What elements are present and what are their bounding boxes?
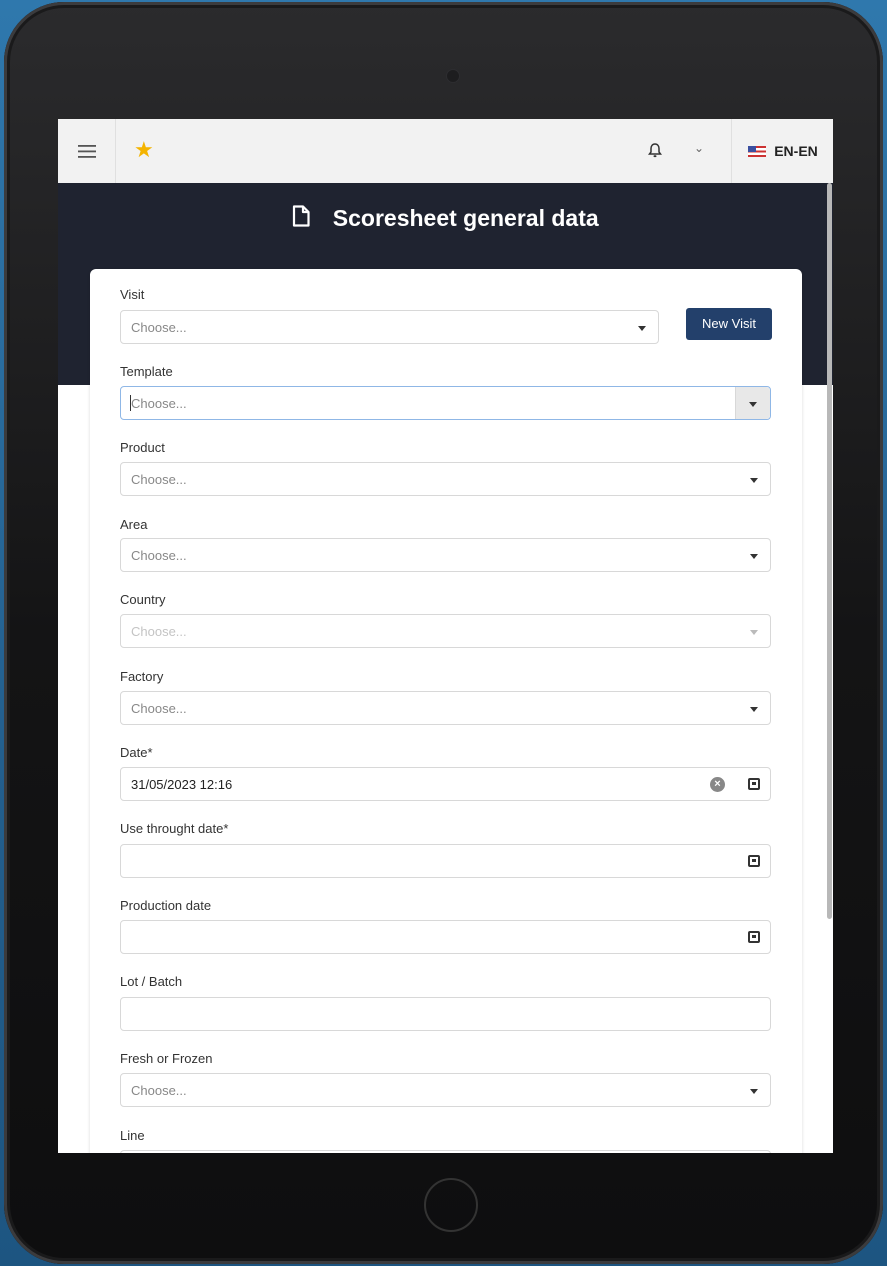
calendar-icon[interactable] [748, 778, 760, 790]
template-select[interactable]: Choose... [120, 386, 771, 420]
language-label: EN-EN [774, 143, 818, 159]
production-date-input[interactable] [120, 920, 771, 954]
caret-down-icon [750, 1089, 758, 1094]
calendar-icon[interactable] [748, 931, 760, 943]
use-through-date-label: Use throught date* [120, 821, 229, 836]
use-through-date-input[interactable] [120, 844, 771, 878]
lot-batch-label: Lot / Batch [120, 974, 183, 989]
star-icon[interactable]: ★ [134, 138, 154, 162]
top-bar: ★ ⌄ EN-EN [58, 119, 833, 184]
line-select[interactable] [120, 1150, 771, 1153]
caret-down-icon [750, 478, 758, 483]
factory-select[interactable]: Choose... [120, 691, 771, 725]
area-select[interactable]: Choose... [120, 538, 771, 572]
scrollbar-thumb[interactable] [827, 183, 832, 919]
clear-icon[interactable]: × [710, 777, 725, 792]
fresh-or-frozen-select[interactable]: Choose... [120, 1073, 771, 1107]
visit-placeholder: Choose... [131, 320, 187, 335]
caret-down-icon [749, 402, 757, 407]
area-label: Area [120, 517, 148, 532]
fresh-or-frozen-label: Fresh or Frozen [120, 1051, 213, 1066]
menu-button[interactable] [58, 119, 116, 183]
caret-down-icon [750, 554, 758, 559]
form-card: Visit Choose... New Visit Template Choos… [90, 269, 802, 1153]
page-title-container: Scoresheet general data [58, 205, 833, 232]
date-value: 31/05/2023 12:16 [131, 777, 233, 792]
date-label: Date* [120, 745, 153, 760]
factory-label: Factory [120, 669, 164, 684]
home-button[interactable] [424, 1178, 478, 1232]
visit-select[interactable]: Choose... [120, 310, 659, 344]
hamburger-icon [77, 144, 96, 158]
date-input[interactable]: 31/05/2023 12:16 × [120, 767, 771, 801]
country-label: Country [120, 592, 166, 607]
language-selector[interactable]: EN-EN [731, 119, 833, 183]
page-title: Scoresheet general data [332, 205, 599, 231]
caret-down-icon [750, 630, 758, 635]
lot-batch-input[interactable] [120, 997, 771, 1031]
line-label: Line [120, 1128, 145, 1143]
template-label: Template [120, 364, 173, 379]
visit-label: Visit [120, 287, 145, 302]
calendar-icon[interactable] [748, 855, 760, 867]
document-icon [292, 205, 310, 232]
us-flag-icon [748, 145, 767, 157]
product-label: Product [120, 440, 165, 455]
country-placeholder: Choose... [131, 624, 187, 639]
production-date-label: Production date [120, 898, 212, 913]
chevron-down-icon[interactable]: ⌄ [694, 141, 704, 155]
caret-down-icon [750, 707, 758, 712]
bell-icon[interactable] [648, 143, 662, 163]
caret-down-icon [638, 326, 646, 331]
product-select[interactable]: Choose... [120, 462, 771, 496]
factory-placeholder: Choose... [131, 701, 187, 716]
screen: ★ ⌄ EN-EN Scoresheet general data Visit [58, 119, 833, 1153]
product-placeholder: Choose... [131, 472, 187, 487]
country-select: Choose... [120, 614, 771, 648]
new-visit-button[interactable]: New Visit [686, 308, 772, 340]
camera-icon [446, 69, 460, 83]
template-placeholder: Choose... [131, 396, 187, 411]
fresh-or-frozen-placeholder: Choose... [131, 1083, 187, 1098]
area-placeholder: Choose... [131, 548, 187, 563]
